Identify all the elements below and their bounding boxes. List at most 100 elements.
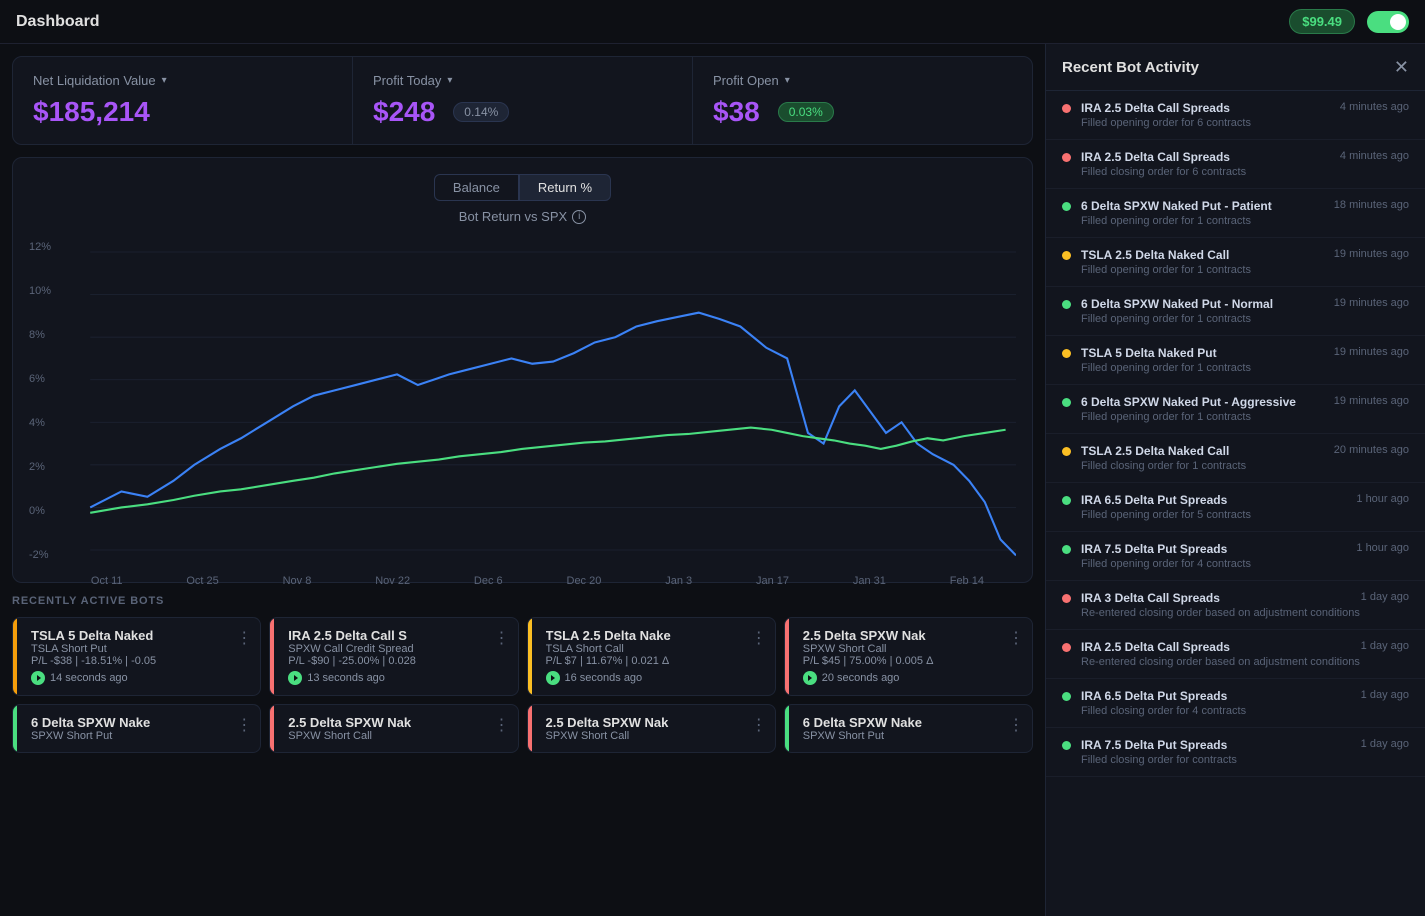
bot-menu-button[interactable]: ⋮ — [494, 715, 510, 735]
chart-section: Balance Return % Bot Return vs SPX i 12%… — [12, 157, 1033, 583]
activity-desc: Filled opening order for 1 contracts — [1081, 215, 1409, 227]
balance-button[interactable]: Balance — [434, 174, 519, 201]
chart-svg — [29, 236, 1016, 566]
activity-item: 6 Delta SPXW Naked Put - Patient 18 minu… — [1046, 189, 1425, 238]
activity-desc: Filled opening order for 5 contracts — [1081, 509, 1409, 521]
activity-name: IRA 2.5 Delta Call Spreads — [1081, 101, 1334, 115]
bot-menu-button[interactable]: ⋮ — [751, 628, 767, 648]
activity-content: 6 Delta SPXW Naked Put - Normal 19 minut… — [1081, 297, 1409, 325]
bot-menu-button[interactable]: ⋮ — [236, 628, 252, 648]
bots-title: RECENTLY ACTIVE BOTS — [12, 595, 1033, 607]
bot-pnl: P/L -$90 | -25.00% | 0.028 — [288, 655, 505, 667]
return-percent-button[interactable]: Return % — [519, 174, 611, 201]
activity-header-row: TSLA 2.5 Delta Naked Call 20 minutes ago — [1081, 444, 1409, 458]
chevron-down-icon: ▾ — [447, 75, 452, 86]
activity-dot — [1062, 741, 1071, 750]
bot-play-icon[interactable] — [288, 671, 302, 685]
activity-name: IRA 3 Delta Call Spreads — [1081, 591, 1355, 605]
activity-content: IRA 6.5 Delta Put Spreads 1 hour ago Fil… — [1081, 493, 1409, 521]
activity-dot — [1062, 594, 1071, 603]
activity-dot — [1062, 496, 1071, 505]
activity-item: 6 Delta SPXW Naked Put - Normal 19 minut… — [1046, 287, 1425, 336]
stat-profit-today-label[interactable]: Profit Today ▾ — [373, 73, 672, 88]
activity-name: IRA 7.5 Delta Put Spreads — [1081, 542, 1350, 556]
activity-dot — [1062, 153, 1071, 162]
activity-dot — [1062, 300, 1071, 309]
bot-time: 20 seconds ago — [822, 672, 900, 684]
bot-accent — [785, 705, 789, 752]
bot-sub: TSLA Short Put — [31, 643, 248, 655]
bot-menu-button[interactable]: ⋮ — [236, 715, 252, 735]
y-axis-labels: 12% 10% 8% 6% 4% 2% 0% -2% — [29, 236, 51, 566]
activity-desc: Filled closing order for contracts — [1081, 754, 1409, 766]
bot-name: 2.5 Delta SPXW Nak — [546, 715, 763, 730]
close-button[interactable]: ✕ — [1394, 58, 1409, 76]
activity-dot — [1062, 202, 1071, 211]
activity-time: 1 day ago — [1361, 640, 1409, 652]
activity-time: 19 minutes ago — [1334, 346, 1409, 358]
activity-desc: Re-entered closing order based on adjust… — [1081, 656, 1409, 668]
activity-time: 1 day ago — [1361, 689, 1409, 701]
bot-card[interactable]: IRA 2.5 Delta Call S SPXW Call Credit Sp… — [269, 617, 518, 696]
activity-header-row: IRA 3 Delta Call Spreads 1 day ago — [1081, 591, 1409, 605]
chevron-down-icon: ▾ — [785, 75, 790, 86]
bot-card[interactable]: 6 Delta SPXW Nake SPXW Short Put ⋮ — [784, 704, 1033, 753]
bot-name: 6 Delta SPXW Nake — [803, 715, 1020, 730]
bot-card[interactable]: 2.5 Delta SPXW Nak SPXW Short Call ⋮ — [527, 704, 776, 753]
bot-name: TSLA 2.5 Delta Nake — [546, 628, 763, 643]
stat-net-liquidation-label[interactable]: Net Liquidation Value ▾ — [33, 73, 332, 88]
activity-item: TSLA 2.5 Delta Naked Call 19 minutes ago… — [1046, 238, 1425, 287]
activity-time: 19 minutes ago — [1334, 297, 1409, 309]
activity-time: 1 hour ago — [1356, 542, 1409, 554]
bot-menu-button[interactable]: ⋮ — [494, 628, 510, 648]
activity-item: TSLA 2.5 Delta Naked Call 20 minutes ago… — [1046, 434, 1425, 483]
bot-card[interactable]: 2.5 Delta SPXW Nak SPXW Short Call ⋮ — [269, 704, 518, 753]
bot-accent — [785, 618, 789, 695]
bot-menu-button[interactable]: ⋮ — [751, 715, 767, 735]
bot-menu-button[interactable]: ⋮ — [1008, 715, 1024, 735]
toggle-switch[interactable] — [1367, 11, 1409, 33]
activity-name: 6 Delta SPXW Naked Put - Aggressive — [1081, 395, 1328, 409]
activity-dot — [1062, 251, 1071, 260]
bots-grid: TSLA 5 Delta Naked TSLA Short Put P/L -$… — [12, 617, 1033, 753]
activity-header-row: IRA 7.5 Delta Put Spreads 1 day ago — [1081, 738, 1409, 752]
activity-name: TSLA 2.5 Delta Naked Call — [1081, 248, 1328, 262]
bot-sub: SPXW Short Put — [803, 730, 1020, 742]
bot-card[interactable]: 6 Delta SPXW Nake SPXW Short Put ⋮ — [12, 704, 261, 753]
activity-time: 4 minutes ago — [1340, 101, 1409, 113]
bot-pnl: P/L $45 | 75.00% | 0.005 Δ — [803, 655, 1020, 667]
stat-profit-today-value: $248 — [373, 96, 435, 128]
activity-header-row: IRA 2.5 Delta Call Spreads 4 minutes ago — [1081, 101, 1409, 115]
activity-header-row: IRA 2.5 Delta Call Spreads 4 minutes ago — [1081, 150, 1409, 164]
stat-net-liquidation-value: $185,214 — [33, 96, 332, 128]
activity-name: 6 Delta SPXW Naked Put - Normal — [1081, 297, 1328, 311]
bot-card[interactable]: 2.5 Delta SPXW Nak SPXW Short Call P/L $… — [784, 617, 1033, 696]
bot-footer: 14 seconds ago — [31, 671, 248, 685]
activity-item: IRA 7.5 Delta Put Spreads 1 day ago Fill… — [1046, 728, 1425, 777]
activity-desc: Filled opening order for 1 contracts — [1081, 264, 1409, 276]
bot-card[interactable]: TSLA 5 Delta Naked TSLA Short Put P/L -$… — [12, 617, 261, 696]
activity-header-row: TSLA 2.5 Delta Naked Call 19 minutes ago — [1081, 248, 1409, 262]
bot-card[interactable]: TSLA 2.5 Delta Nake TSLA Short Call P/L … — [527, 617, 776, 696]
activity-item: IRA 2.5 Delta Call Spreads 1 day ago Re-… — [1046, 630, 1425, 679]
activity-item: IRA 7.5 Delta Put Spreads 1 hour ago Fil… — [1046, 532, 1425, 581]
bot-play-icon[interactable] — [31, 671, 45, 685]
activity-name: IRA 6.5 Delta Put Spreads — [1081, 493, 1350, 507]
activity-time: 1 day ago — [1361, 591, 1409, 603]
activity-content: TSLA 2.5 Delta Naked Call 19 minutes ago… — [1081, 248, 1409, 276]
activity-desc: Filled opening order for 1 contracts — [1081, 411, 1409, 423]
bot-sub: SPXW Short Call — [288, 730, 505, 742]
stat-profit-open-label[interactable]: Profit Open ▾ — [713, 73, 1012, 88]
activity-dot — [1062, 104, 1071, 113]
profit-open-badge: 0.03% — [778, 102, 834, 122]
activity-list: IRA 2.5 Delta Call Spreads 4 minutes ago… — [1046, 91, 1425, 916]
activity-dot — [1062, 545, 1071, 554]
activity-name: IRA 2.5 Delta Call Spreads — [1081, 150, 1334, 164]
activity-item: IRA 6.5 Delta Put Spreads 1 hour ago Fil… — [1046, 483, 1425, 532]
activity-time: 19 minutes ago — [1334, 248, 1409, 260]
bot-menu-button[interactable]: ⋮ — [1008, 628, 1024, 648]
bot-play-icon[interactable] — [546, 671, 560, 685]
bot-play-icon[interactable] — [803, 671, 817, 685]
bot-time: 16 seconds ago — [565, 672, 643, 684]
activity-header-row: TSLA 5 Delta Naked Put 19 minutes ago — [1081, 346, 1409, 360]
